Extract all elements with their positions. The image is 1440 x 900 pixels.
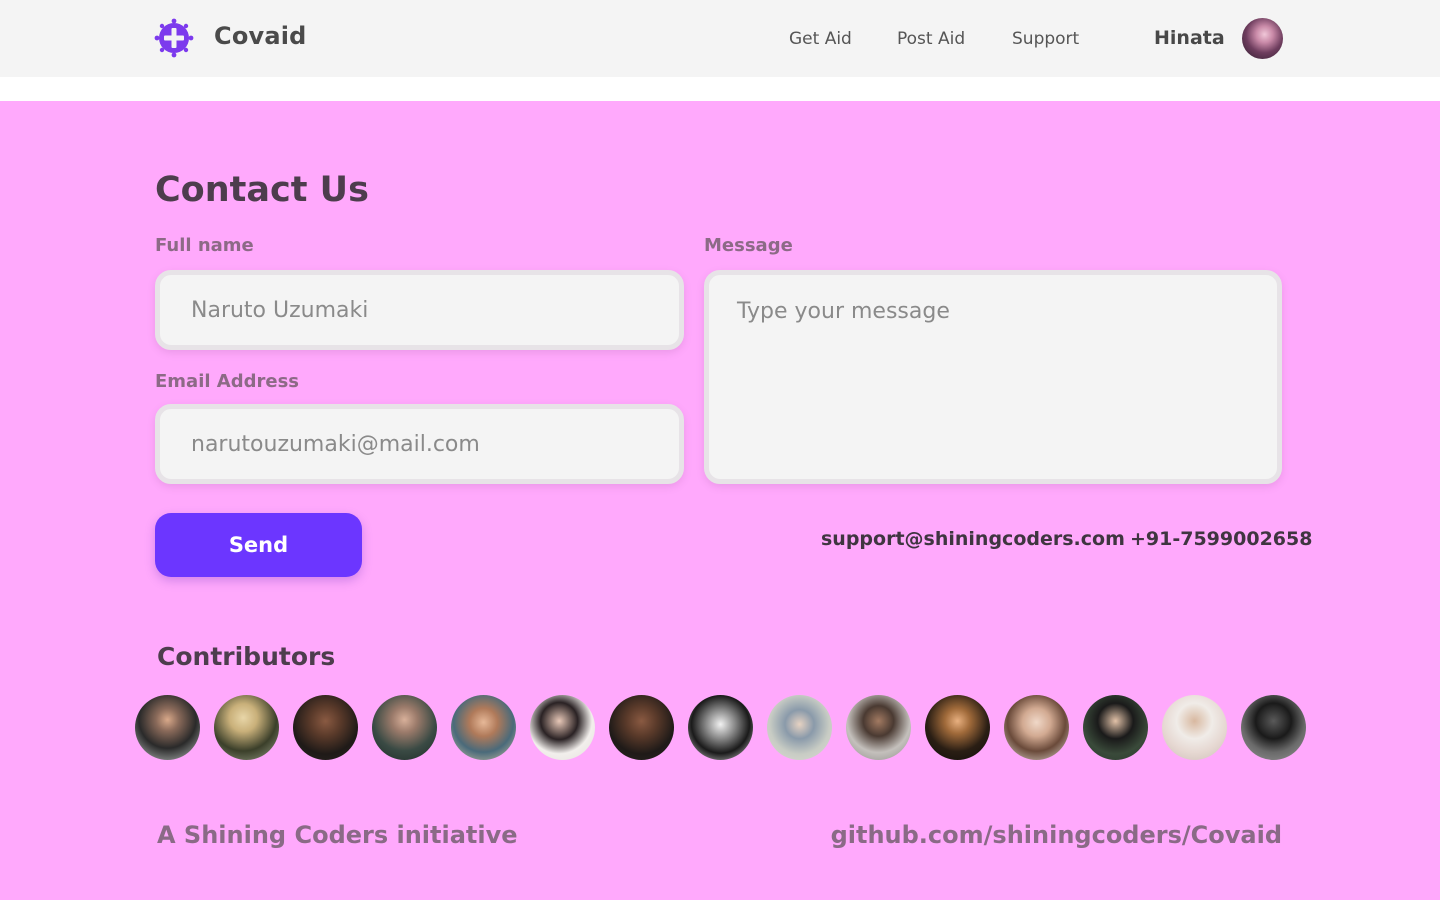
- contributor-avatar[interactable]: [688, 695, 753, 760]
- contributor-avatar[interactable]: [372, 695, 437, 760]
- brand-name[interactable]: Covaid: [214, 22, 307, 50]
- username[interactable]: Hinata: [1154, 27, 1225, 49]
- nav-support[interactable]: Support: [1012, 29, 1079, 49]
- message-label: Message: [704, 235, 793, 256]
- contributor-avatar[interactable]: [1083, 695, 1148, 760]
- contributor-avatar[interactable]: [293, 695, 358, 760]
- contributor-avatar[interactable]: [609, 695, 674, 760]
- contributor-avatar[interactable]: [767, 695, 832, 760]
- header-divider: [0, 77, 1440, 101]
- full-name-label: Full name: [155, 235, 254, 256]
- contributor-avatar[interactable]: [214, 695, 279, 760]
- contributor-avatar[interactable]: [1162, 695, 1227, 760]
- contributor-avatar[interactable]: [925, 695, 990, 760]
- contributors-list: [135, 695, 1306, 760]
- email-label: Email Address: [155, 371, 300, 392]
- send-button[interactable]: Send: [155, 513, 362, 577]
- contributor-avatar[interactable]: [846, 695, 911, 760]
- user-avatar[interactable]: [1242, 18, 1283, 59]
- nav-get-aid[interactable]: Get Aid: [789, 29, 852, 49]
- contributor-avatar[interactable]: [451, 695, 516, 760]
- page-title: Contact Us: [155, 170, 369, 210]
- support-phone[interactable]: +91-7599002658: [1130, 528, 1312, 550]
- contributor-avatar[interactable]: [1004, 695, 1069, 760]
- support-email[interactable]: support@shiningcoders.com: [821, 528, 1125, 550]
- contributors-title: Contributors: [157, 642, 336, 671]
- virus-cross-icon[interactable]: [154, 17, 194, 59]
- contributor-avatar[interactable]: [1241, 695, 1306, 760]
- full-name-input[interactable]: [155, 270, 684, 350]
- email-input[interactable]: [155, 404, 684, 484]
- footer-initiative: A Shining Coders initiative: [157, 821, 518, 849]
- footer-repo-link[interactable]: github.com/shiningcoders/Covaid: [831, 821, 1282, 849]
- message-textarea[interactable]: [704, 270, 1282, 484]
- nav-post-aid[interactable]: Post Aid: [897, 29, 965, 49]
- contributor-avatar[interactable]: [530, 695, 595, 760]
- contributor-avatar[interactable]: [135, 695, 200, 760]
